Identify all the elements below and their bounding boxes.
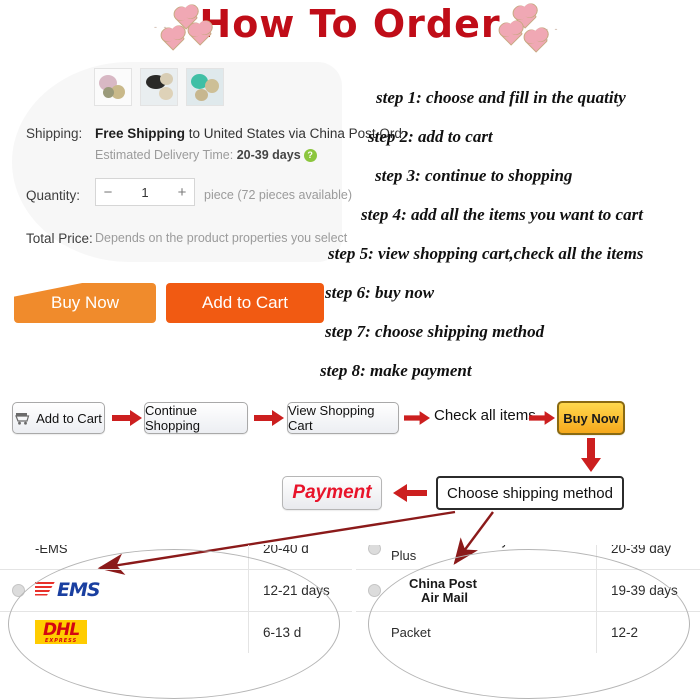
- red-arrow-icon: [254, 410, 284, 426]
- heart-icon: [524, 29, 549, 53]
- step-item-6: step 6: buy now: [325, 283, 435, 302]
- shipping-option-name: China Post Ordinary Small Packet Plus: [391, 545, 588, 563]
- product-thumb-1[interactable]: [94, 68, 132, 106]
- table-row[interactable]: Packet 12-2: [356, 611, 700, 653]
- red-arrow-left-icon: [393, 484, 427, 502]
- shipping-option-name: Packet: [391, 625, 431, 640]
- table-row[interactable]: DHL EXPRESS 6-13 d: [0, 611, 352, 653]
- buy-now-button[interactable]: Buy Now: [14, 283, 156, 323]
- quantity-decrement-button[interactable]: −: [96, 184, 120, 201]
- quantity-input[interactable]: 1: [120, 185, 170, 200]
- heart-icon: [161, 27, 186, 51]
- shipping-option-radio[interactable]: [368, 545, 381, 555]
- shipping-option-name: -EMS: [35, 545, 68, 556]
- flow-continue-shopping-label: Continue Shopping: [145, 403, 200, 433]
- dash-decoration: - - -: [545, 24, 560, 44]
- delivery-prefix-label: Estimated Delivery Time:: [95, 148, 234, 162]
- total-price-label: Total Price:: [26, 231, 93, 246]
- flow-choose-shipping-box[interactable]: Choose shipping method: [436, 476, 624, 510]
- estimated-delivery-time: Estimated Delivery Time: 20-39 days?: [95, 148, 317, 162]
- step-item-5: step 5: view shopping cart,check all the…: [328, 244, 644, 263]
- delivery-days-cell: 12-2: [596, 612, 700, 653]
- flow-check-all-items-label: Check all items: [434, 407, 536, 424]
- flow-continue-shopping-box[interactable]: Continue Shopping: [144, 402, 248, 434]
- left-shipping-table-region: -EMS 20-40 d EMS 12-21 days DHL EXPRESS 6-13 d: [0, 545, 352, 700]
- step-item-2: step 2: add to cart: [368, 127, 493, 146]
- how-to-order-infographic: How To Order - - - - - Shipping: Free Sh…: [0, 0, 700, 700]
- red-arrow-icon: [112, 410, 142, 426]
- page-title: How To Order: [199, 2, 501, 46]
- delivery-days-cell: 20-40 d: [248, 545, 352, 569]
- heart-icon: [188, 22, 213, 46]
- right-shipping-table-region: China Post Ordinary Small Packet Plus 20-…: [356, 545, 700, 700]
- heart-decoration-left: - -: [154, 6, 230, 52]
- flow-add-to-cart-label: Add to Cart: [36, 410, 102, 426]
- quantity-availability-note: piece (72 pieces available): [204, 188, 353, 202]
- flow-payment-label: Payment: [292, 482, 372, 503]
- delivery-days-cell: 19-39 days: [596, 570, 700, 611]
- step-item-8: step 8: make payment: [320, 361, 472, 380]
- shipping-option-radio[interactable]: [12, 584, 25, 597]
- flow-choose-shipping-label: Choose shipping method: [447, 484, 613, 502]
- flow-buy-now-label: Buy Now: [563, 410, 619, 426]
- shipping-options-table-right: China Post Ordinary Small Packet Plus 20-…: [356, 545, 700, 653]
- delivery-days-cell: 20-39 day: [596, 545, 700, 569]
- step-item-7: step 7: choose shipping method: [325, 322, 545, 341]
- question-mark-icon[interactable]: ?: [303, 149, 317, 162]
- ems-logo: EMS: [35, 580, 248, 599]
- dhl-logo: DHL EXPRESS: [35, 620, 248, 645]
- heart-icon: [499, 22, 524, 46]
- total-price-value: Depends on the product properties you se…: [95, 231, 348, 245]
- table-row[interactable]: -EMS 20-40 d: [0, 545, 352, 569]
- product-thumb-2[interactable]: [140, 68, 178, 106]
- title-band: How To Order - - - - -: [0, 0, 700, 58]
- order-flowchart: Add to Cart Continue Shopping View Shopp…: [0, 392, 700, 542]
- shipping-value: Free Shipping to United States via China…: [95, 122, 449, 148]
- step-item-4: step 4: add all the items you want to ca…: [361, 205, 643, 224]
- table-row[interactable]: China Post Air Mail 19-39 days: [356, 569, 700, 611]
- add-to-cart-button[interactable]: Add to Cart: [166, 283, 324, 323]
- delivery-time-value: 20-39 days: [236, 148, 301, 162]
- quantity-increment-button[interactable]: +: [170, 184, 194, 201]
- flow-buy-now-box[interactable]: Buy Now: [557, 401, 625, 435]
- china-post-air-mail-logo: China Post Air Mail: [409, 575, 477, 605]
- shipping-options-table-left: -EMS 20-40 d EMS 12-21 days DHL EXPRESS 6-13 d: [0, 545, 352, 653]
- red-arrow-down-icon: [581, 438, 601, 472]
- red-arrow-icon: [404, 410, 430, 426]
- flow-add-to-cart-box[interactable]: Add to Cart: [12, 402, 105, 434]
- shipping-option-radio[interactable]: [368, 584, 381, 597]
- flow-payment-box[interactable]: Payment: [282, 476, 382, 510]
- free-shipping-text: Free Shipping: [95, 126, 186, 141]
- red-arrow-icon: [529, 410, 555, 426]
- delivery-days-cell: 12-21 days: [248, 570, 352, 611]
- shipping-label: Shipping:: [26, 126, 83, 141]
- step-item-1: step 1: choose and fill in the quatity: [376, 88, 626, 107]
- shopping-cart-icon: [15, 412, 31, 425]
- step-item-3: step 3: continue to shopping: [375, 166, 573, 185]
- table-row[interactable]: EMS 12-21 days: [0, 569, 352, 611]
- flow-view-shopping-cart-label: View Shopping Cart: [288, 403, 375, 433]
- delivery-days-cell: 6-13 d: [248, 612, 352, 653]
- flow-view-shopping-cart-box[interactable]: View Shopping Cart: [287, 402, 399, 434]
- table-row[interactable]: China Post Ordinary Small Packet Plus 20-…: [356, 545, 700, 569]
- quantity-label: Quantity:: [26, 188, 81, 203]
- quantity-stepper[interactable]: − 1 +: [95, 178, 195, 206]
- dash-decoration: - -: [154, 22, 169, 32]
- heart-decoration-right: - - -: [495, 5, 565, 53]
- product-thumb-3[interactable]: [186, 68, 224, 106]
- product-thumbnail-strip: [94, 68, 224, 106]
